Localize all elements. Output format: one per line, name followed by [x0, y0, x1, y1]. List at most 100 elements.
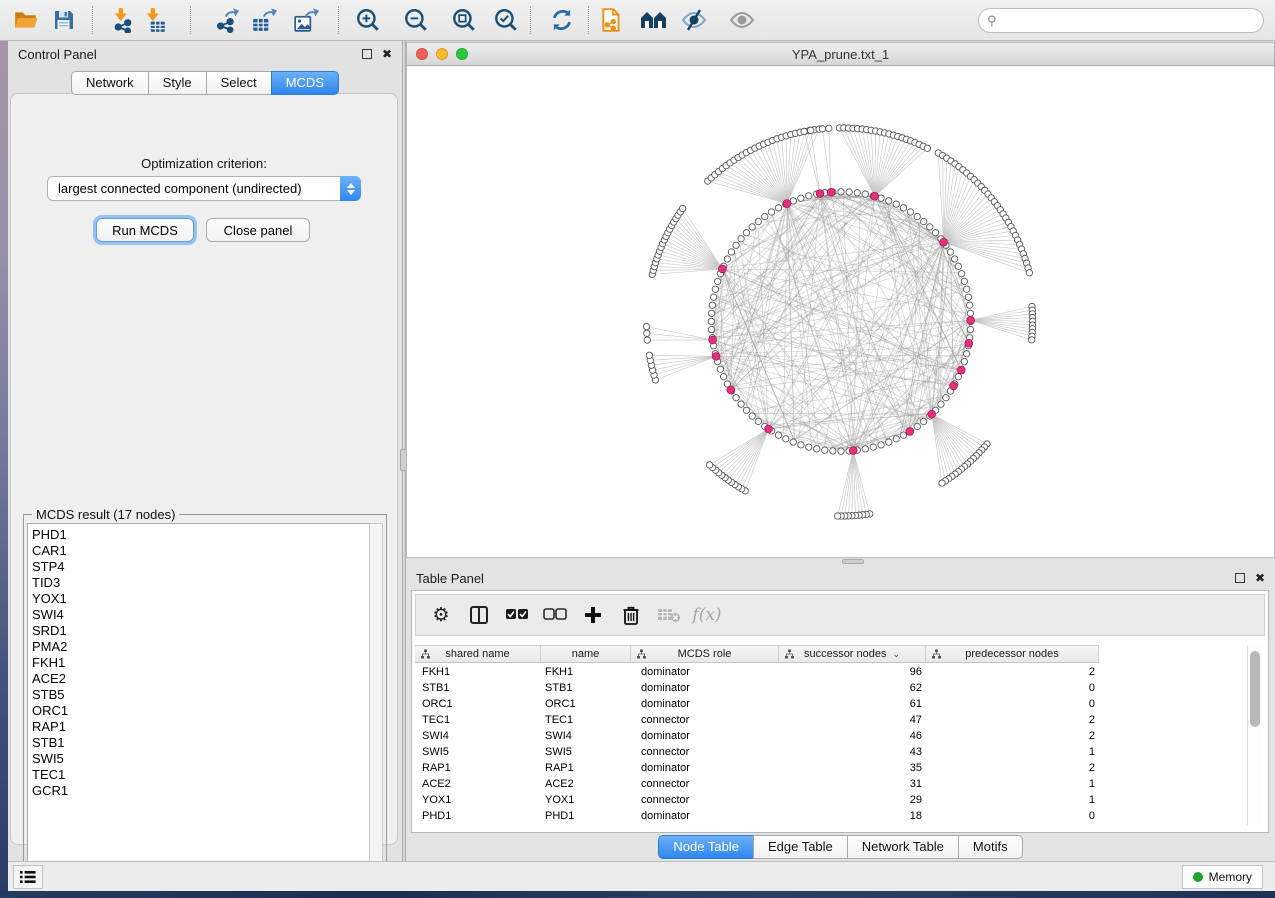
network-ring-node[interactable] [914, 423, 920, 429]
float-window-icon[interactable] [362, 49, 372, 59]
column-header-predecessor-nodes[interactable]: predecessor nodes [926, 646, 1099, 662]
network-overview-button[interactable] [636, 4, 672, 36]
network-leaf-node[interactable] [646, 352, 652, 358]
network-ring-node[interactable] [955, 374, 961, 380]
network-mcds-node[interactable] [827, 188, 835, 196]
table-row[interactable]: TEC1TEC1connector472 [415, 712, 1237, 728]
zoom-in-button[interactable] [350, 4, 386, 36]
network-ring-node[interactable] [963, 286, 969, 292]
network-leaf-node[interactable] [819, 126, 825, 132]
search-field[interactable]: ⚲ [978, 8, 1264, 33]
network-ring-node[interactable] [798, 442, 804, 448]
table-row[interactable]: RAP1RAP1dominator352 [415, 760, 1237, 776]
tab-node-table[interactable]: Node Table [658, 835, 753, 859]
zoom-out-button[interactable] [398, 4, 434, 36]
network-leaf-node[interactable] [1028, 337, 1034, 343]
network-ring-node[interactable] [961, 358, 967, 364]
criterion-dropdown[interactable]: largest connected component (undirected) [47, 176, 361, 201]
save-session-button[interactable] [46, 4, 82, 36]
network-ring-node[interactable] [775, 432, 781, 438]
network-ring-node[interactable] [920, 418, 926, 424]
network-ring-node[interactable] [893, 436, 899, 442]
mcds-result-item[interactable]: SWI5 [32, 751, 370, 767]
network-ring-node[interactable] [854, 190, 860, 196]
show-columns-icon[interactable] [460, 598, 498, 632]
network-ring-node[interactable] [743, 229, 749, 235]
network-ring-node[interactable] [790, 439, 796, 445]
network-leaf-node[interactable] [679, 205, 685, 211]
network-mcds-node[interactable] [871, 192, 879, 200]
network-ring-node[interactable] [733, 395, 739, 401]
network-leaf-node[interactable] [644, 337, 650, 343]
network-ring-node[interactable] [862, 191, 868, 197]
mcds-result-item[interactable]: STB5 [32, 687, 370, 703]
export-network-button[interactable] [208, 4, 244, 36]
close-panel-icon[interactable]: ✖ [382, 48, 392, 60]
network-ring-node[interactable] [714, 278, 720, 284]
mcds-result-item[interactable]: PHD1 [32, 527, 370, 543]
mcds-result-list[interactable]: PHD1CAR1STP4TID3YOX1SWI4SRD1PMA2FKH1ACE2… [27, 523, 371, 881]
share-document-button[interactable] [594, 4, 630, 36]
network-ring-node[interactable] [967, 326, 973, 332]
network-ring-node[interactable] [878, 442, 884, 448]
network-ring-node[interactable] [947, 249, 953, 255]
tab-network-table[interactable]: Network Table [847, 835, 958, 859]
mcds-result-item[interactable]: ORC1 [32, 703, 370, 719]
network-mcds-node[interactable] [928, 410, 936, 418]
table-row[interactable]: SWI5SWI5connector431 [415, 744, 1237, 760]
network-ring-node[interactable] [893, 201, 899, 207]
network-mcds-node[interactable] [906, 428, 914, 436]
network-ring-node[interactable] [749, 224, 755, 230]
tab-mcds[interactable]: MCDS [271, 71, 339, 95]
table-row[interactable]: FKH1FKH1dominator962 [415, 664, 1237, 680]
import-table-button[interactable] [136, 4, 172, 36]
tab-edge-table[interactable]: Edge Table [753, 835, 847, 859]
network-ring-node[interactable] [724, 256, 730, 262]
column-header-successor-nodes[interactable]: successor nodes⌄ [779, 646, 926, 662]
network-mcds-node[interactable] [765, 425, 773, 433]
network-ring-node[interactable] [720, 374, 726, 380]
table-row[interactable]: ORC1ORC1dominator610 [415, 696, 1237, 712]
tab-motifs[interactable]: Motifs [958, 835, 1023, 859]
network-mcds-node[interactable] [965, 339, 973, 347]
network-ring-node[interactable] [870, 444, 876, 450]
network-ring-node[interactable] [806, 193, 812, 199]
mcds-list-scrollbar[interactable] [369, 523, 383, 881]
network-ring-node[interactable] [943, 395, 949, 401]
network-ring-node[interactable] [709, 302, 715, 308]
network-mcds-node[interactable] [950, 382, 958, 390]
network-ring-node[interactable] [762, 213, 768, 219]
network-ring-node[interactable] [708, 310, 714, 316]
network-mcds-node[interactable] [727, 386, 735, 394]
network-ring-node[interactable] [838, 189, 844, 195]
network-ring-node[interactable] [958, 271, 964, 277]
table-row[interactable]: ACE2ACE2connector311 [415, 776, 1237, 792]
network-ring-node[interactable] [798, 195, 804, 201]
table-row[interactable]: YOX1YOX1connector291 [415, 792, 1237, 808]
tab-style[interactable]: Style [148, 71, 206, 95]
network-ring-node[interactable] [710, 294, 716, 300]
mcds-result-item[interactable]: YOX1 [32, 591, 370, 607]
network-mcds-node[interactable] [709, 336, 717, 344]
network-leaf-node[interactable] [1026, 270, 1032, 276]
network-ring-node[interactable] [900, 205, 906, 211]
column-header-MCDS-role[interactable]: MCDS role [631, 646, 779, 662]
close-panel-button[interactable]: Close panel [206, 218, 310, 242]
network-leaf-node[interactable] [706, 462, 712, 468]
mcds-result-item[interactable]: RAP1 [32, 719, 370, 735]
network-ring-node[interactable] [814, 446, 820, 452]
network-ring-node[interactable] [733, 242, 739, 248]
mcds-result-item[interactable]: SWI4 [32, 607, 370, 623]
column-header-name[interactable]: name [541, 646, 631, 662]
network-mcds-node[interactable] [712, 352, 720, 360]
mcds-result-item[interactable]: TID3 [32, 575, 370, 591]
network-mcds-node[interactable] [940, 238, 948, 246]
network-leaf-node[interactable] [644, 330, 650, 336]
network-ring-node[interactable] [846, 189, 852, 195]
network-ring-node[interactable] [712, 286, 718, 292]
network-mcds-node[interactable] [719, 265, 727, 273]
network-ring-node[interactable] [743, 407, 749, 413]
network-mcds-node[interactable] [783, 200, 791, 208]
column-header-shared-name[interactable]: shared name [415, 646, 541, 662]
close-panel-icon[interactable]: ✖ [1255, 572, 1265, 584]
